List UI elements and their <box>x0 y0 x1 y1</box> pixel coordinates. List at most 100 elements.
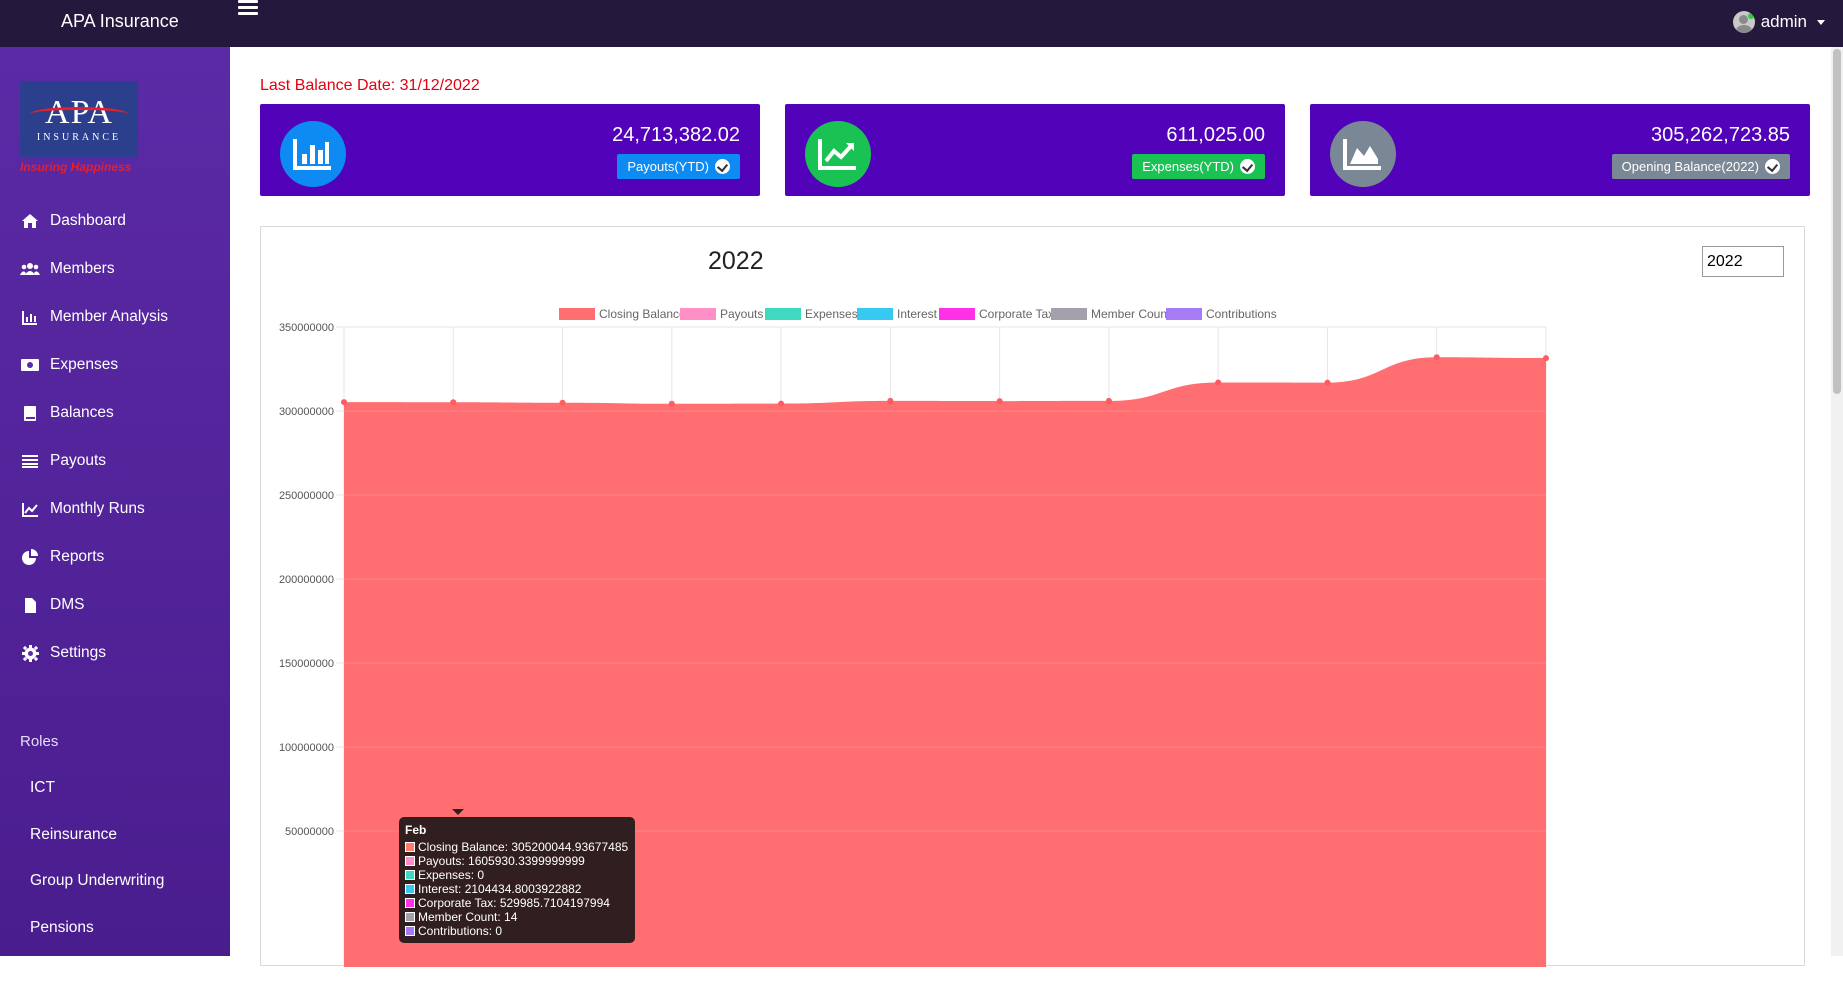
role-item-pensions[interactable]: Pensions <box>30 905 164 952</box>
top-navbar: APA Insurance admin <box>0 0 1843 47</box>
sidebar-item-monthly-runs[interactable]: Monthly Runs <box>0 485 230 533</box>
data-point[interactable] <box>1433 354 1440 361</box>
data-point[interactable] <box>1543 355 1549 362</box>
legend-label: Payouts <box>720 307 763 321</box>
legend-swatch <box>1166 308 1202 320</box>
legend-item-interest[interactable]: Interest <box>857 307 938 321</box>
sidebar-item-reports[interactable]: Reports <box>0 533 230 581</box>
tooltip-arrow <box>452 809 464 815</box>
menu-toggle-icon[interactable] <box>238 0 258 16</box>
legend-item-expenses[interactable]: Expenses <box>765 307 858 321</box>
data-point[interactable] <box>778 400 785 407</box>
main-content: Last Balance Date: 31/12/2022 24,713,382… <box>230 47 1843 967</box>
legend-item-contributions[interactable]: Contributions <box>1166 307 1277 321</box>
legend-swatch <box>765 308 801 320</box>
data-point[interactable] <box>341 399 347 406</box>
money-icon <box>20 356 40 374</box>
check-circle-icon <box>1765 159 1780 174</box>
role-item-reinsurance[interactable]: Reinsurance <box>30 812 164 859</box>
legend-item-payouts[interactable]: Payouts <box>680 307 763 321</box>
tooltip-swatch <box>405 912 415 922</box>
tooltip-text: Contributions: 0 <box>418 924 503 938</box>
chart-panel: 2022 35000000030000000025000000020000000… <box>260 226 1805 967</box>
legend-item-corporate-tax[interactable]: Corporate Tax <box>939 307 1054 321</box>
summary-card-expenses-ytd: 611,025.00 Expenses(YTD) <box>785 104 1285 196</box>
tooltip-text: Interest: 2104434.8003922882 <box>418 882 582 896</box>
status-badge[interactable]: Expenses(YTD) <box>1132 154 1265 179</box>
y-tick-label: 150000000 <box>279 658 334 670</box>
sidebar-item-payouts[interactable]: Payouts <box>0 437 230 485</box>
sidebar-item-settings[interactable]: Settings <box>0 629 230 677</box>
summary-card-opening-balance-2022: 305,262,723.85 Opening Balance(2022) <box>1310 104 1810 196</box>
y-tick-label: 250000000 <box>279 490 334 502</box>
home-icon <box>20 212 40 230</box>
check-circle-icon <box>1240 159 1255 174</box>
sidebar-item-label: Payouts <box>50 452 107 469</box>
y-tick-label: 100000000 <box>279 742 334 754</box>
user-menu[interactable]: admin <box>1732 11 1825 33</box>
legend-swatch <box>1051 308 1087 320</box>
sidebar-item-dms[interactable]: DMS <box>0 581 230 629</box>
data-point[interactable] <box>887 397 894 404</box>
tooltip-row: Interest: 2104434.8003922882 <box>405 882 629 896</box>
username: admin <box>1760 12 1807 31</box>
sidebar-item-label: Expenses <box>50 356 119 373</box>
data-point[interactable] <box>1105 397 1112 404</box>
pie-chart-icon <box>20 548 40 566</box>
brand-name[interactable]: APA Insurance <box>61 11 179 32</box>
role-item-ict[interactable]: ICT <box>30 765 164 812</box>
sidebar-item-member-analysis[interactable]: Member Analysis <box>0 293 230 341</box>
card-amount: 24,713,382.02 <box>612 124 740 146</box>
legend-label: Corporate Tax <box>979 307 1054 321</box>
line-chart-icon <box>20 500 40 518</box>
sidebar-item-expenses[interactable]: Expenses <box>0 341 230 389</box>
status-badge[interactable]: Payouts(YTD) <box>617 154 740 179</box>
bar-chart-icon <box>20 308 40 326</box>
tooltip-swatch <box>405 870 415 880</box>
tooltip-swatch <box>405 856 415 866</box>
tooltip-row: Expenses: 0 <box>405 868 629 882</box>
legend-label: Member Count <box>1091 307 1171 321</box>
legend-label: Contributions <box>1206 307 1277 321</box>
tooltip-text: Expenses: 0 <box>418 868 485 882</box>
role-item-group-underwriting[interactable]: Group Underwriting <box>30 858 164 905</box>
sidebar-item-label: DMS <box>50 596 85 613</box>
tooltip-swatch <box>405 926 415 936</box>
data-point[interactable] <box>996 398 1003 405</box>
list-icon <box>20 452 40 470</box>
tooltip-swatch <box>405 842 415 852</box>
sidebar-nav: Dashboard Members Member Analysis Expenses B… <box>0 197 230 677</box>
legend-label: Closing Balance <box>599 307 686 321</box>
tooltip-row: Member Count: 14 <box>405 910 629 924</box>
data-point[interactable] <box>668 400 675 407</box>
status-badge[interactable]: Opening Balance(2022) <box>1611 154 1790 179</box>
sidebar-item-balances[interactable]: Balances <box>0 389 230 437</box>
sidebar: APA INSURANCE Insuring Happiness Dashboa… <box>0 47 230 982</box>
sidebar-item-members[interactable]: Members <box>0 245 230 293</box>
tooltip-text: Payouts: 1605930.3399999999 <box>418 854 585 868</box>
tooltip-text: Corporate Tax: 529985.7104197994 <box>418 896 610 910</box>
data-point[interactable] <box>450 399 457 406</box>
company-logo[interactable]: APA INSURANCE Insuring Happiness <box>20 81 140 176</box>
avatar <box>1732 11 1755 33</box>
bar-chart-icon <box>280 121 346 187</box>
chart-tooltip: Feb Closing Balance: 305200044.93677485 P… <box>399 817 635 943</box>
tooltip-swatch <box>405 884 415 894</box>
tooltip-text: Closing Balance: 305200044.93677485 <box>418 840 629 854</box>
sidebar-item-label: Member Analysis <box>50 308 169 325</box>
check-circle-icon <box>715 159 730 174</box>
legend-item-closing-balance[interactable]: Closing Balance <box>559 307 686 321</box>
data-point[interactable] <box>559 399 566 406</box>
last-balance-date: Last Balance Date: 31/12/2022 <box>260 77 480 94</box>
legend-item-member-count[interactable]: Member Count <box>1051 307 1171 321</box>
data-point[interactable] <box>1324 379 1331 386</box>
data-point[interactable] <box>1215 379 1222 386</box>
role-item-annuity[interactable]: Annuity <box>30 951 164 998</box>
summary-card-payouts-ytd: 24,713,382.02 Payouts(YTD) <box>260 104 760 196</box>
sidebar-item-dashboard[interactable]: Dashboard <box>0 197 230 245</box>
file-icon <box>20 596 40 614</box>
scrollbar[interactable] <box>1831 47 1843 956</box>
chevron-down-icon <box>1817 19 1825 25</box>
badge-label: Expenses(YTD) <box>1142 159 1234 174</box>
card-amount: 305,262,723.85 <box>1650 124 1790 146</box>
